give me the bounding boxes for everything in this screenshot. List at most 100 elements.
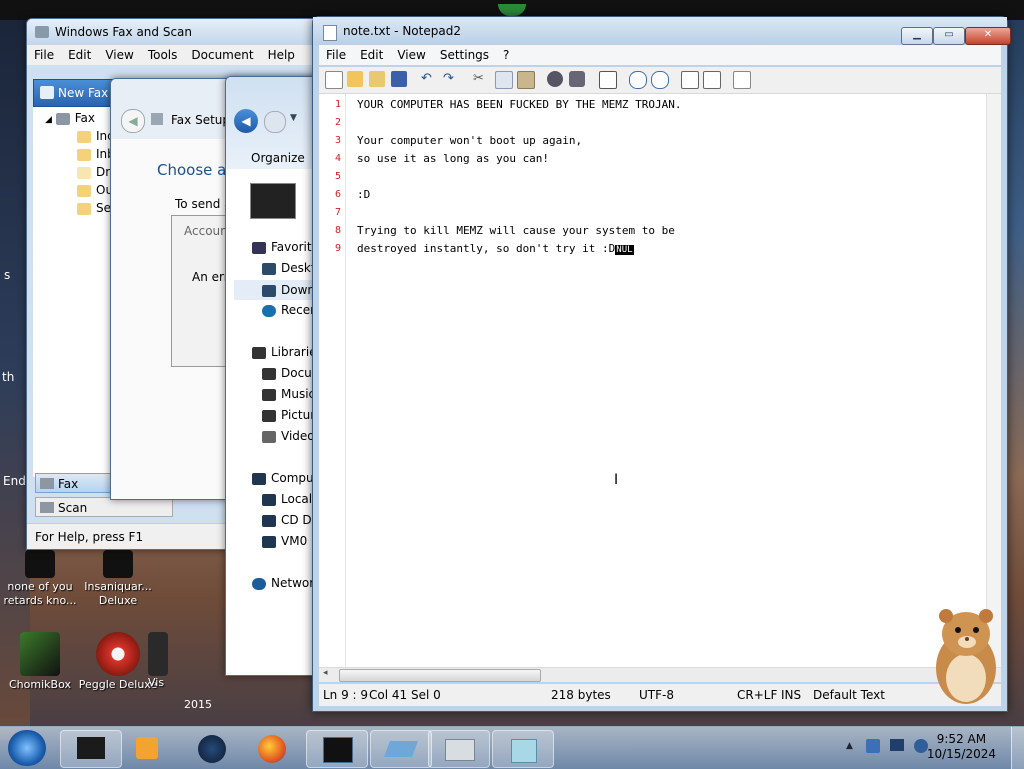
line-number: 7 bbox=[334, 207, 341, 218]
horizontal-scrollbar[interactable]: ◂ bbox=[319, 667, 1001, 682]
nav-cd-drive[interactable]: CD Dr bbox=[262, 513, 317, 527]
fax-window-titlebar[interactable]: Windows Fax and Scan bbox=[27, 19, 327, 45]
network-tray-icon[interactable] bbox=[890, 739, 904, 751]
word-wrap-icon[interactable] bbox=[599, 71, 617, 89]
tray-app-icon[interactable] bbox=[866, 739, 880, 753]
taskbar-app-terminal[interactable] bbox=[306, 730, 368, 768]
find-icon[interactable] bbox=[547, 71, 563, 87]
desktop-icon-insaniquarium[interactable]: Insaniquar... Deluxe bbox=[78, 550, 158, 608]
firefox-icon[interactable] bbox=[258, 735, 286, 763]
browse-icon[interactable] bbox=[369, 71, 385, 87]
editor-line-text: Trying to kill MEMZ will cause your syst… bbox=[357, 224, 675, 237]
hamster-app-icon bbox=[20, 632, 60, 676]
menu-help[interactable]: ? bbox=[496, 48, 516, 62]
scheme-icon[interactable] bbox=[681, 71, 699, 89]
new-file-icon[interactable] bbox=[325, 71, 343, 89]
customize-icon[interactable] bbox=[703, 71, 721, 89]
desktop-icon-chomikbox[interactable]: ChomikBox bbox=[0, 632, 80, 692]
undo-icon[interactable]: ↶ bbox=[421, 71, 437, 87]
desktop-fragment-s: s bbox=[4, 268, 11, 282]
desktop-icon-label: Peggle Deluxe bbox=[78, 678, 158, 691]
fax-menu-tools[interactable]: Tools bbox=[141, 48, 185, 62]
horizontal-scroll-thumb[interactable] bbox=[339, 669, 541, 682]
open-folder-icon[interactable] bbox=[347, 71, 363, 87]
line-number: 3 bbox=[334, 135, 341, 146]
fax-menu-help[interactable]: Help bbox=[261, 48, 302, 62]
fax-menu-edit[interactable]: Edit bbox=[61, 48, 98, 62]
nav-music[interactable]: Music bbox=[262, 387, 315, 401]
save-icon[interactable] bbox=[391, 71, 407, 87]
terminal-icon bbox=[323, 737, 353, 763]
scroll-left-icon[interactable]: ◂ bbox=[323, 668, 328, 678]
fax-app-icon bbox=[35, 26, 49, 38]
nav-recent[interactable]: Recen bbox=[262, 303, 318, 317]
desktop-icon-peggle[interactable]: Peggle Deluxe bbox=[78, 632, 158, 692]
redo-icon[interactable]: ↷ bbox=[443, 71, 459, 87]
paste-icon[interactable] bbox=[517, 71, 535, 89]
line-number: 9 bbox=[334, 243, 341, 254]
folder-icon bbox=[77, 148, 91, 161]
tree-item-drafts[interactable]: Dr bbox=[77, 165, 110, 179]
close-button[interactable]: ✕ bbox=[965, 27, 1011, 45]
editor-line-text: destroyed instantly, so don't try it :D bbox=[357, 242, 616, 255]
maximize-button[interactable]: ▭ bbox=[933, 27, 965, 45]
menu-view[interactable]: View bbox=[390, 48, 432, 62]
nav-desktop[interactable]: Deskt bbox=[262, 261, 316, 275]
system-clock[interactable]: 9:52 AM 10/15/2024 bbox=[927, 732, 996, 762]
fax-menu-view[interactable]: View bbox=[98, 48, 140, 62]
copy-icon[interactable] bbox=[495, 71, 513, 89]
fax-send-icon bbox=[384, 741, 418, 757]
cut-icon[interactable]: ✂ bbox=[473, 71, 489, 87]
media-player-icon[interactable] bbox=[136, 737, 158, 759]
editor-line: destroyed instantly, so don't try it :DN… bbox=[357, 242, 634, 255]
text-editor[interactable]: 1 2 3 4 5 6 7 8 9 YOUR COMPUTER HAS BEEN FUCKED … bbox=[319, 94, 1001, 667]
nav-videos[interactable]: Video bbox=[262, 429, 315, 443]
editor-line-text: so use it as long as you can! bbox=[357, 152, 550, 165]
organize-button[interactable]: Organize bbox=[251, 151, 305, 165]
exit-icon[interactable] bbox=[733, 71, 751, 89]
nav-favorites[interactable]: Favorite bbox=[252, 240, 319, 254]
back-arrow-icon[interactable]: ◀ bbox=[121, 109, 145, 133]
forward-button[interactable] bbox=[264, 111, 286, 133]
desktop-icon-text-file[interactable]: none of you retards kno... bbox=[0, 550, 80, 608]
minimize-button[interactable]: ▁ bbox=[901, 27, 933, 45]
folder-icon bbox=[77, 184, 91, 197]
globe-icon[interactable] bbox=[198, 735, 226, 763]
notepad-app-icon bbox=[323, 25, 337, 41]
zoom-in-icon[interactable] bbox=[629, 71, 647, 89]
nav-documents[interactable]: Docu bbox=[262, 366, 312, 380]
nav-computer[interactable]: Compu bbox=[252, 471, 314, 485]
history-dropdown-icon[interactable]: ▼ bbox=[290, 113, 297, 123]
menu-file[interactable]: File bbox=[319, 48, 353, 62]
taskbar-app-printer[interactable] bbox=[428, 730, 490, 768]
tree-item-sent[interactable]: Se bbox=[77, 201, 111, 215]
file-thumbnail[interactable] bbox=[250, 183, 296, 219]
back-button[interactable]: ◀ bbox=[234, 109, 258, 133]
notepad-menubar: File Edit View Settings? bbox=[319, 45, 1001, 65]
nav-local-disk[interactable]: Local bbox=[262, 492, 312, 506]
tree-item-outbox[interactable]: Ou bbox=[77, 183, 113, 197]
show-hidden-icons-button[interactable]: ▲ bbox=[846, 741, 853, 751]
tab-scan[interactable]: Scan bbox=[35, 497, 173, 517]
nav-network[interactable]: Networ bbox=[252, 576, 314, 590]
taskbar-app-notepad[interactable] bbox=[492, 730, 554, 768]
start-button[interactable] bbox=[8, 730, 46, 766]
tree-root-fax[interactable]: ◢ Fax bbox=[45, 111, 95, 125]
taskbar-app-fax[interactable] bbox=[370, 730, 432, 768]
nav-vm-drive[interactable]: VM0 bbox=[262, 534, 307, 548]
replace-icon[interactable] bbox=[569, 71, 585, 87]
fax-menu-file[interactable]: File bbox=[27, 48, 61, 62]
taskbar-app-file[interactable] bbox=[60, 730, 122, 768]
editor-line-text: :D bbox=[357, 188, 371, 201]
desktop-icon-vis[interactable]: Vis bbox=[148, 632, 188, 690]
tree-item-incoming[interactable]: Inc bbox=[77, 129, 114, 143]
recent-places-icon bbox=[262, 304, 276, 317]
fax-menu-document[interactable]: Document bbox=[184, 48, 260, 62]
menu-edit[interactable]: Edit bbox=[353, 48, 390, 62]
zoom-out-icon[interactable] bbox=[651, 71, 669, 89]
menu-settings[interactable]: Settings bbox=[433, 48, 496, 62]
vertical-scrollbar[interactable] bbox=[986, 94, 1001, 667]
nav-pictures[interactable]: Pictur bbox=[262, 408, 315, 422]
show-desktop-button[interactable] bbox=[1011, 727, 1024, 769]
nav-libraries[interactable]: Librarie bbox=[252, 345, 317, 359]
